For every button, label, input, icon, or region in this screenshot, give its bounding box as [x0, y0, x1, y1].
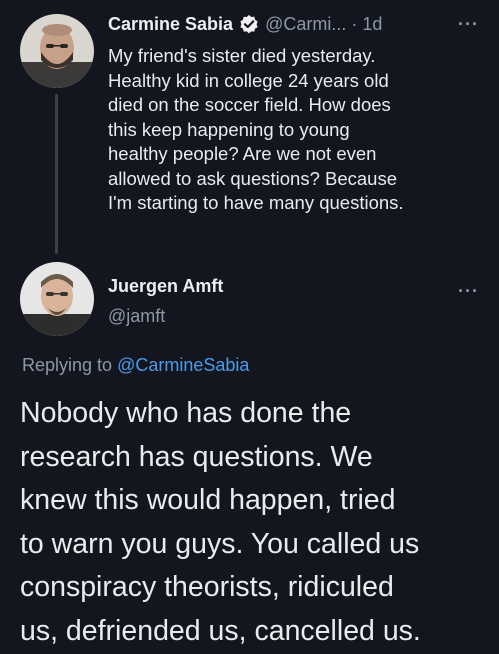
reply-text-line: conspiracy theorists, ridiculed: [20, 571, 394, 603]
replying-to: Replying to @CarmineSabia: [22, 355, 249, 376]
tweet-thread: Carmine Sabia @Carmi... · 1d ··· My frie…: [0, 0, 499, 654]
author-handle[interactable]: @Carmi... · 1d: [265, 14, 382, 35]
avatar[interactable]: [20, 14, 94, 88]
thread-connector: [55, 94, 58, 254]
tweet-text-line: this keep happening to young: [108, 118, 350, 140]
tweet-text-line: My friend's sister died yesterday.: [108, 45, 376, 66]
reply-author-handle[interactable]: @jamft: [108, 306, 165, 327]
tweet-text-line: allowed to ask questions? Because: [108, 167, 397, 189]
reply-text-line: research has questions. We: [20, 440, 373, 473]
replying-to-label: Replying to: [22, 355, 118, 375]
reply-text-line: Nobody who has done the: [20, 397, 352, 429]
reply-text-line: to warn you guys. You called us: [20, 527, 420, 560]
tweet-text: My friend's sister died yesterday. Healt…: [108, 44, 493, 216]
avatar[interactable]: [20, 262, 94, 336]
reply-text: Nobody who has done the research has que…: [20, 392, 495, 653]
tweet-text-line: healthy people? Are we not even: [108, 143, 377, 164]
tweet-header: Carmine Sabia @Carmi... · 1d: [108, 10, 488, 38]
more-dots-icon[interactable]: ···: [458, 14, 479, 35]
reply-author-name[interactable]: Juergen Amft: [108, 276, 223, 297]
author-name[interactable]: Carmine Sabia: [108, 14, 233, 35]
more-dots-icon[interactable]: ···: [458, 281, 479, 302]
reply-text-line: knew this would happen, tried: [20, 484, 396, 516]
verified-badge-icon: [239, 14, 259, 34]
tweet-text-line: I'm starting to have many questions.: [108, 192, 404, 213]
mention-link[interactable]: @CarmineSabia: [117, 355, 249, 375]
tweet-text-line: died on the soccer field. How does: [108, 94, 391, 115]
tweet-text-line: Healthy kid in college 24 years old: [108, 69, 389, 91]
reply-text-line: us, defriended us, cancelled us.: [20, 614, 421, 647]
